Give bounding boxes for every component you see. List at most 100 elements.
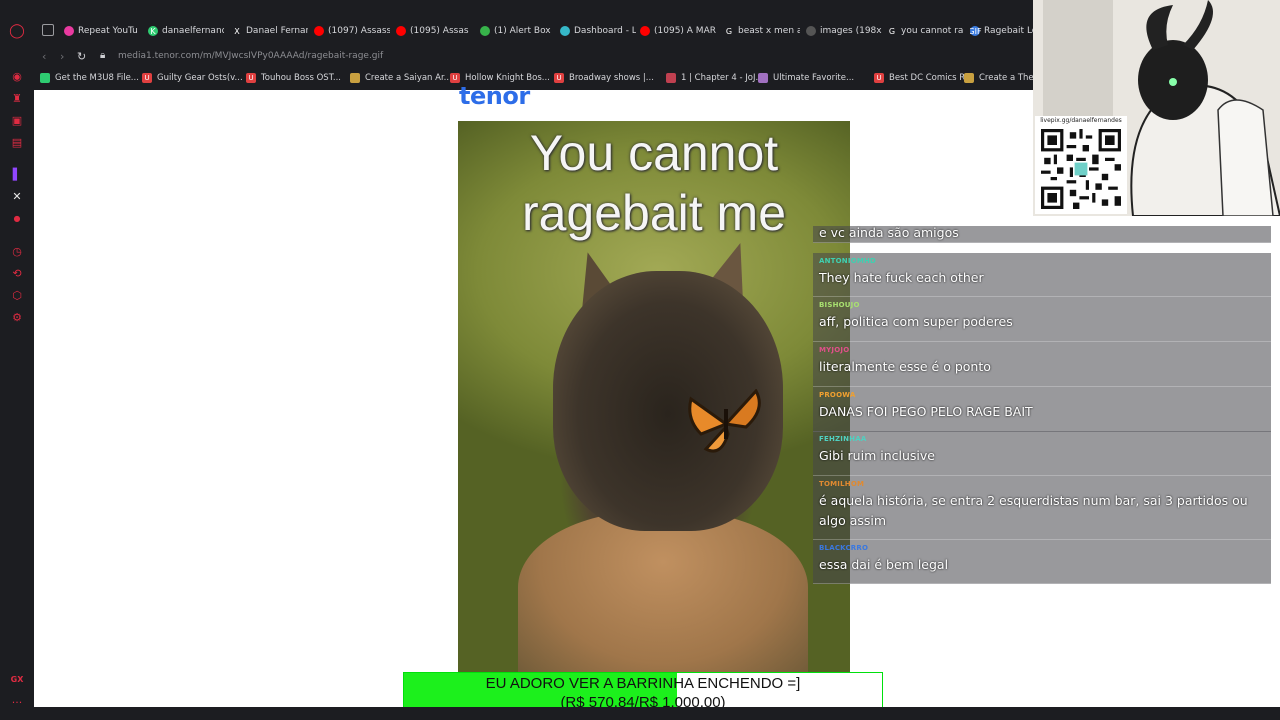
tab-favicon-icon: G <box>724 26 734 36</box>
browser-tab[interactable]: Dashboard - L <box>560 22 636 40</box>
tab-overview-icon[interactable] <box>42 24 54 36</box>
tab-title: Danael Fernan <box>246 26 308 36</box>
bookmark-favicon-icon <box>964 73 974 83</box>
chat-message-text: aff, politica com super poderes <box>819 314 1013 329</box>
dog-chest <box>518 511 808 672</box>
bookmark-item[interactable]: U Best DC Comics R... <box>874 73 973 83</box>
bookmark-favicon-icon <box>666 73 676 83</box>
forward-button-icon[interactable]: › <box>60 50 64 63</box>
back-button-icon[interactable]: ‹ <box>42 50 46 63</box>
bookmark-favicon-icon: U <box>554 73 564 83</box>
browser-tab[interactable]: images (198x <box>806 22 882 40</box>
chat-message: TOMILHOM é aquela história, se entra 2 es… <box>813 476 1271 540</box>
chat-message: FEHZINHAA Gibi ruim inclusive <box>813 431 1271 476</box>
chat-username: ANTONIOMHD <box>819 257 877 265</box>
chat-message-text: é aquela história, se entra 2 esquerdist… <box>819 493 1248 528</box>
settings-gear-icon[interactable]: ⚙ <box>7 307 27 327</box>
chat-username: PROOWA <box>819 391 856 399</box>
chat-message-text: DANAS FOI PEGO PELO RAGE BAIT <box>819 404 1033 419</box>
bookmark-label: Get the M3U8 File... <box>55 73 139 83</box>
bookmark-label: Broadway shows |... <box>569 73 654 83</box>
tab-favicon-icon: X <box>232 26 242 36</box>
bookmark-favicon-icon <box>350 73 360 83</box>
chat-username: FEHZINHAA <box>819 435 867 443</box>
browser-tab[interactable]: Repeat YouTu <box>64 22 140 40</box>
bookmark-item[interactable]: Ultimate Favorite... <box>758 73 854 83</box>
browser-tab[interactable]: GIFRagebait Lol <box>970 22 1034 40</box>
more-options-icon[interactable]: ··· <box>7 692 27 712</box>
bookmark-label: 1 | Chapter 4 - JoJ... <box>681 73 764 83</box>
gx-corner-icon[interactable]: ♜ <box>7 88 27 108</box>
player-icon[interactable]: ▤ <box>7 132 27 152</box>
tab-title: beast x men a <box>738 26 800 36</box>
bookmark-favicon-icon: U <box>142 73 152 83</box>
tab-title: (1095) A MAR <box>654 26 716 36</box>
gif-image[interactable]: You cannot ragebait me <box>458 121 850 672</box>
tab-title: Repeat YouTu <box>78 26 138 36</box>
tab-favicon-icon <box>396 26 406 36</box>
bookmark-item[interactable]: U Touhou Boss OST... <box>246 73 341 83</box>
browser-sidebar: ◯ ◉ ♜ ▣ ▤ ▌ ✕ ● ◷ ⟲ ⬡ ⚙ GX ··· <box>0 0 34 720</box>
twitch-icon[interactable]: ▌ <box>7 164 27 184</box>
tab-favicon-icon: K <box>148 26 158 36</box>
browser-tab[interactable]: Gyou cannot ra <box>887 22 963 40</box>
bookmark-item[interactable]: Create a The U <box>964 73 1043 83</box>
butterfly-icon <box>688 389 761 453</box>
bookmark-favicon-icon: U <box>246 73 256 83</box>
tab-favicon-icon <box>64 26 74 36</box>
tab-favicon-icon <box>560 26 570 36</box>
chat-username: BISHOUJO <box>819 301 860 309</box>
youtube-icon[interactable]: ● <box>7 208 27 228</box>
browser-tab[interactable]: X Danael Fernan <box>232 22 308 40</box>
livepix-qr-panel: livepix.gg/danaelfernandes <box>1035 116 1127 214</box>
clock-icon[interactable]: ◷ <box>7 241 27 261</box>
chat-message: MYJOJO literalmente esse é o ponto <box>813 342 1271 387</box>
chat-message: e vc ainda são amigos <box>813 225 1271 243</box>
lock-icon[interactable]: 🔒︎ <box>100 50 105 61</box>
browser-tab[interactable]: (1) Alert Box <box>480 22 556 40</box>
x-twitter-icon[interactable]: ✕ <box>7 186 27 206</box>
history-icon[interactable]: ⟲ <box>7 263 27 283</box>
bookmark-item[interactable]: U Broadway shows |... <box>554 73 654 83</box>
url-field[interactable]: media1.tenor.com/m/MVJwcsIVPy0AAAAd/rage… <box>118 51 383 61</box>
qr-code-icon[interactable] <box>1041 129 1121 209</box>
tab-favicon-icon <box>480 26 490 36</box>
bookmark-label: Best DC Comics R... <box>889 73 973 83</box>
bookmark-item[interactable]: U Guilty Gear Osts(v... <box>142 73 243 83</box>
qr-url-label: livepix.gg/danaelfernandes <box>1040 117 1122 124</box>
browser-tab[interactable]: (1095) Assas <box>396 22 472 40</box>
tab-title: Dashboard - L <box>574 26 636 36</box>
tab-favicon-icon: G <box>887 26 897 36</box>
browser-tab[interactable]: (1097) Assass <box>314 22 390 40</box>
bookmark-favicon-icon <box>758 73 768 83</box>
tab-title: (1097) Assass <box>328 26 390 36</box>
chat-message: PROOWA DANAS FOI PEGO PELO RAGE BAIT <box>813 387 1271 432</box>
tab-title: (1095) Assas <box>410 26 469 36</box>
tab-title: danaelfernand <box>162 26 224 36</box>
bookmark-item[interactable]: 1 | Chapter 4 - JoJ... <box>666 73 764 83</box>
opera-logo-icon[interactable]: ◯ <box>7 21 27 41</box>
bookmark-item[interactable]: Create a Saiyan Ar... <box>350 73 452 83</box>
bookmark-favicon-icon: U <box>874 73 884 83</box>
browser-tab[interactable]: Gbeast x men a <box>724 22 800 40</box>
tab-favicon-icon <box>314 26 324 36</box>
gif-caption: You cannot ragebait me <box>458 121 850 243</box>
browser-tab[interactable]: Kdanaelfernand <box>148 22 224 40</box>
extensions-icon[interactable]: ⬡ <box>7 285 27 305</box>
twitch-sidebar-icon[interactable]: ▣ <box>7 110 27 130</box>
bookmark-item[interactable]: Get the M3U8 File... <box>40 73 139 83</box>
tenor-logo[interactable]: tenor <box>459 82 530 110</box>
chat-username: BLACKCRRO <box>819 544 869 552</box>
browser-tab[interactable]: (1095) A MAR <box>640 22 716 40</box>
aria-icon[interactable]: ◉ <box>7 66 27 86</box>
tab-title: Ragebait Lol <box>984 26 1034 36</box>
bookmark-favicon-icon <box>40 73 50 83</box>
chat-message-text: essa dai é bem legal <box>819 557 949 572</box>
gif-caption-line2: ragebait me <box>521 185 787 241</box>
chat-message-text: They hate fuck each other <box>819 270 984 285</box>
reload-icon[interactable]: ↻ <box>77 50 86 63</box>
gif-caption-line1: You cannot <box>529 125 779 181</box>
gx-logo-icon: GX <box>10 674 24 684</box>
tab-favicon-icon: GIF <box>970 26 982 36</box>
bookmark-label: Ultimate Favorite... <box>773 73 855 83</box>
